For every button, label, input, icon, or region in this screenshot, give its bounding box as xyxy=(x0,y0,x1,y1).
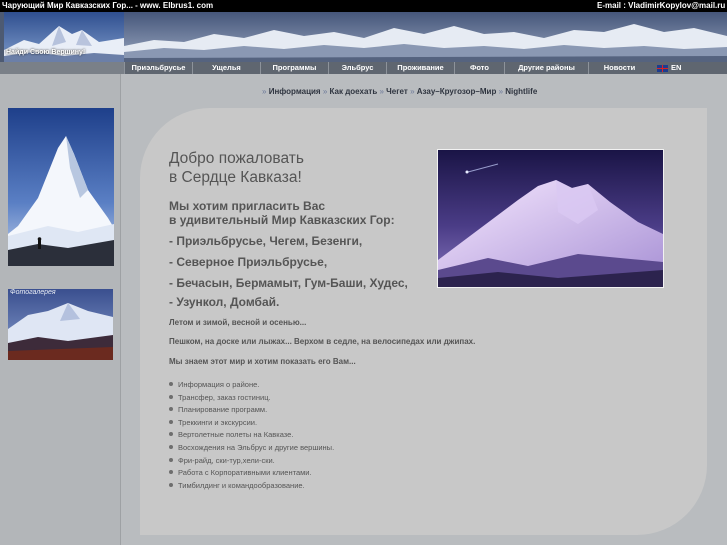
seasons-text: Летом и зимой, весной и осенью... xyxy=(169,318,307,327)
subnav-item-azau[interactable]: Азау–Кругозор–Мир xyxy=(417,87,497,96)
nav-item-accommodation[interactable]: Проживание xyxy=(386,62,454,74)
banner-caption: Найди Свою Вершину! xyxy=(6,49,86,56)
list-item: Треккинги и экскурсии. xyxy=(169,417,334,430)
subnav-separator-icon: » xyxy=(262,87,267,96)
subnav-separator-icon: » xyxy=(410,87,415,96)
subnav-separator-icon: » xyxy=(379,87,384,96)
welcome-line-2: в Сердце Кавказа! xyxy=(169,169,302,186)
bullet-icon xyxy=(169,470,173,475)
bullet-icon xyxy=(169,482,173,487)
nav-item-elbrus[interactable]: Эльбрус xyxy=(328,62,386,74)
region-line: - Узункол, Домбай. xyxy=(169,295,280,309)
nav-item-prielbrusye[interactable]: Приэльбрусье xyxy=(124,62,192,74)
nav-item-gorges[interactable]: Ущелья xyxy=(192,62,260,74)
panorama-image xyxy=(124,12,727,62)
sidebar-mountain-photo xyxy=(8,108,114,266)
nav-item-photo[interactable]: Фото xyxy=(454,62,504,74)
nav-item-other-regions[interactable]: Другие районы xyxy=(504,62,588,74)
subnav-item-cheget[interactable]: Чегет xyxy=(386,87,408,96)
welcome-line-1: Добро пожаловать xyxy=(169,150,304,167)
nav-left-spacer xyxy=(0,62,124,74)
invite-line-2: в удивительный Мир Кавказских Гор: xyxy=(169,213,395,227)
region-line: - Северное Приэльбрусье, xyxy=(169,255,328,269)
subnav-separator-icon: » xyxy=(322,87,328,96)
list-item: Восхождения на Эльбрус и другие вершины. xyxy=(169,442,334,455)
top-bar: Чарующий Мир Кавказских Гор... - www. El… xyxy=(0,0,727,12)
know-text: Мы знаем этот мир и хотим показать его В… xyxy=(169,357,356,366)
sub-nav: » Информация » Как доехать » Чегет » Аза… xyxy=(262,87,537,96)
column-divider xyxy=(120,74,121,545)
list-item: Трансфер, заказ гостиниц. xyxy=(169,392,334,405)
bullet-icon xyxy=(169,394,173,399)
modes-text: Пешком, на доске или лыжах... Верхом в с… xyxy=(169,337,476,346)
photo-gallery-caption: Фотогалерея xyxy=(10,289,56,296)
bullet-icon xyxy=(169,432,173,437)
banner-logo-image[interactable]: Найди Свою Вершину! xyxy=(4,12,124,62)
invite-line-1: Мы хотим пригласить Вас xyxy=(169,199,326,213)
bullet-icon xyxy=(169,419,173,424)
region-line: - Приэльбрусье, Чегем, Безенги, xyxy=(169,234,363,248)
site-title: Чарующий Мир Кавказских Гор... - www. El… xyxy=(2,1,214,10)
list-item: Планирование программ. xyxy=(169,404,334,417)
list-item: Тимбилдинг и командообразование. xyxy=(169,480,334,493)
language-switch[interactable]: EN xyxy=(671,62,681,74)
region-line: - Бечасын, Бермамыт, Гум-Баши, Худес, xyxy=(169,276,408,290)
subnav-item-nightlife[interactable]: Nightlife xyxy=(505,87,537,96)
bullet-icon xyxy=(169,444,173,449)
subnav-item-how-to-get[interactable]: Как доехать xyxy=(330,87,378,96)
uk-flag-icon[interactable] xyxy=(657,65,668,72)
main-nav: Приэльбрусье Ущелья Программы Эльбрус Пр… xyxy=(0,62,727,74)
nav-item-news[interactable]: Новости xyxy=(588,62,650,74)
bullet-icon xyxy=(169,407,173,412)
list-item: Фри-райд, ски-тур,хели-ски. xyxy=(169,455,334,468)
elbrus-photo xyxy=(437,149,664,288)
header-banner: Найди Свою Вершину! xyxy=(0,12,727,62)
nav-item-programs[interactable]: Программы xyxy=(260,62,328,74)
subnav-item-info[interactable]: Информация xyxy=(269,87,321,96)
list-item: Вертолетные полеты на Кавказе. xyxy=(169,429,334,442)
bullet-icon xyxy=(169,382,173,387)
bullet-icon xyxy=(169,457,173,462)
invite-text: Мы хотим пригласить Вас в удивительный М… xyxy=(169,199,395,227)
welcome-heading: Добро пожаловать в Сердце Кавказа! xyxy=(169,149,304,187)
photo-gallery-thumbnail[interactable]: Фотогалерея xyxy=(8,289,113,360)
services-list: Информация о районе. Трансфер, заказ гос… xyxy=(169,379,334,492)
email-link[interactable]: E-mail : VladimirKopylov@mail.ru xyxy=(597,0,725,12)
list-item: Работа с Корпоративными клиентами. xyxy=(169,467,334,480)
subnav-separator-icon: » xyxy=(498,87,504,96)
list-item: Информация о районе. xyxy=(169,379,334,392)
